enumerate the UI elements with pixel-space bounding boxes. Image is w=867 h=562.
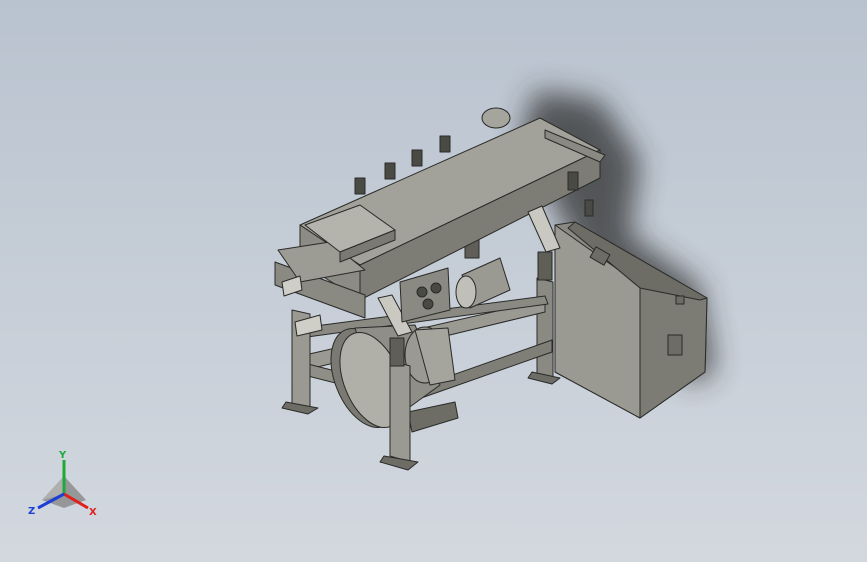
model-view[interactable] xyxy=(0,0,867,562)
graphics-viewport[interactable]: Y X Z xyxy=(0,0,867,562)
drive-pulley xyxy=(481,107,511,129)
axis-triad[interactable]: Y X Z xyxy=(26,448,102,524)
vibrator-motor[interactable] xyxy=(455,257,511,309)
x-axis-label: X xyxy=(89,507,97,518)
y-axis-label: Y xyxy=(58,450,67,461)
z-axis-label: Z xyxy=(28,506,35,517)
